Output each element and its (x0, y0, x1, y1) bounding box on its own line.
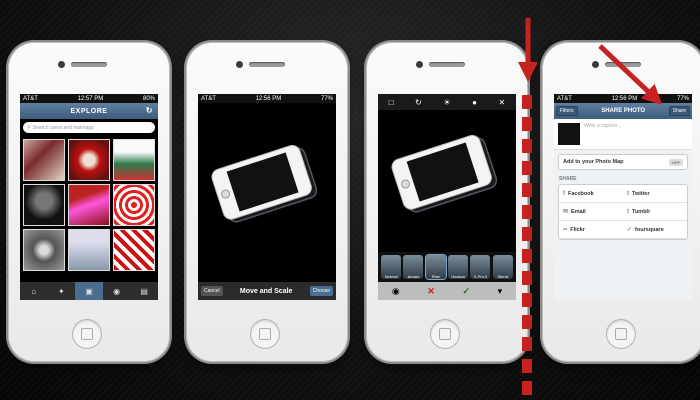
share-pointer-arrow (598, 44, 663, 105)
annotation-arrows (518, 18, 663, 105)
